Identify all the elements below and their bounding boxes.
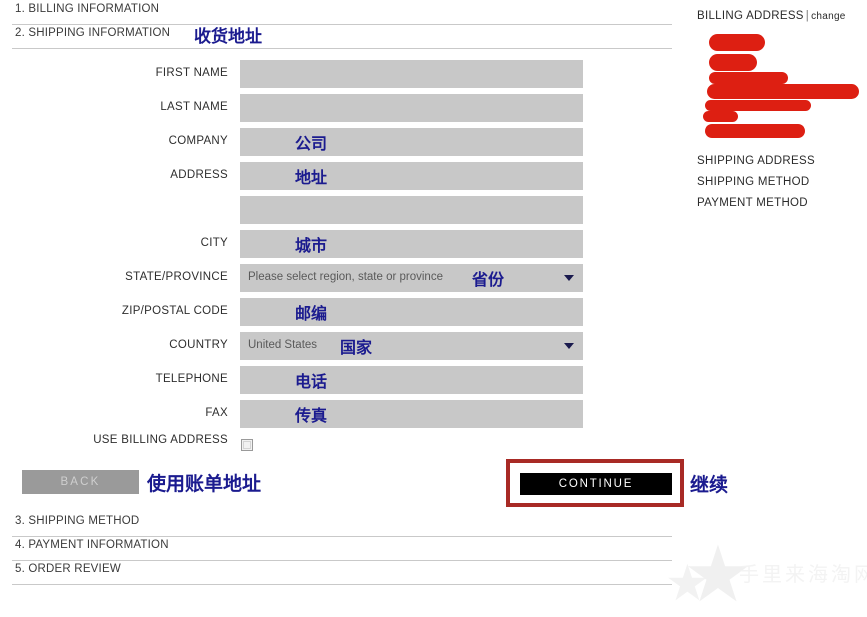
form-row-telephone: TELEPHONE 电话 bbox=[0, 366, 690, 394]
step-title: 3. SHIPPING METHOD bbox=[15, 515, 140, 527]
sidebar-item-shipping-address[interactable]: SHIPPING ADDRESS bbox=[697, 155, 815, 167]
field-label-fax: FAX bbox=[205, 407, 228, 419]
form-row-fax: FAX 传真 bbox=[0, 400, 690, 428]
field-label-country: COUNTRY bbox=[169, 339, 228, 351]
form-row-zip-postal-code: ZIP/POSTAL CODE 邮编 bbox=[0, 298, 690, 326]
input-last-name[interactable] bbox=[240, 94, 583, 122]
form-row-company: COMPANY 公司 bbox=[0, 128, 690, 156]
annotation-continue: 继续 bbox=[690, 474, 729, 496]
sidebar-separator: | bbox=[805, 10, 810, 22]
continue-button[interactable]: CONTINUE bbox=[520, 473, 672, 495]
form-row-first-name: FIRST NAME 收件人姓名 bbox=[0, 60, 690, 146]
annotation-fax: 传真 bbox=[295, 406, 328, 425]
annotation-state-province: 省份 bbox=[472, 270, 505, 289]
sidebar-item-shipping-method[interactable]: SHIPPING METHOD bbox=[697, 176, 809, 188]
input-telephone[interactable]: 电话 bbox=[240, 366, 583, 394]
field-label-first-name: FIRST NAME bbox=[155, 67, 228, 79]
redaction-stroke bbox=[705, 100, 811, 111]
select-country-value: United States bbox=[248, 339, 318, 351]
input-zip-postal-code[interactable]: 邮编 bbox=[240, 298, 583, 326]
field-label-state-province: STATE/PROVINCE bbox=[125, 271, 228, 283]
field-label-city: CITY bbox=[200, 237, 228, 249]
step-header-billing-information[interactable]: 1. BILLING INFORMATION bbox=[12, 1, 672, 25]
annotation-use-billing-address: 使用账单地址 bbox=[147, 473, 262, 495]
redacted-billing-address-block bbox=[697, 32, 867, 144]
field-label-use-billing-address: USE BILLING ADDRESS bbox=[93, 434, 228, 446]
annotation-city: 城市 bbox=[295, 236, 328, 255]
annotation-company: 公司 bbox=[295, 134, 328, 153]
sidebar-billing-address-label: BILLING ADDRESS bbox=[697, 10, 804, 22]
checkbox-inner bbox=[243, 441, 251, 449]
sidebar-change-link[interactable]: change bbox=[811, 11, 846, 22]
form-row-use-billing-address: USE BILLING ADDRESS bbox=[0, 434, 690, 454]
step-header-shipping-method[interactable]: 3. SHIPPING METHOD bbox=[12, 513, 672, 537]
form-row-country: COUNTRY United States 国家 bbox=[0, 332, 690, 360]
form-row-city: CITY 城市 bbox=[0, 230, 690, 258]
redaction-stroke bbox=[709, 72, 788, 84]
step-title: 1. BILLING INFORMATION bbox=[15, 3, 160, 15]
annotation-country: 国家 bbox=[340, 338, 373, 357]
annotation-telephone: 电话 bbox=[295, 372, 328, 391]
input-first-name[interactable] bbox=[240, 60, 583, 88]
watermark-text: 手里来海淘网 bbox=[739, 562, 867, 586]
redaction-stroke bbox=[709, 34, 765, 51]
redaction-stroke bbox=[703, 111, 738, 122]
select-state-province[interactable]: Please select region, state or province … bbox=[240, 264, 583, 292]
annotation-address: 地址 bbox=[295, 168, 328, 187]
step-header-shipping-information[interactable]: 2. SHIPPING INFORMATION 收货地址 bbox=[12, 25, 672, 49]
checkout-page: 1. BILLING INFORMATION 2. SHIPPING INFOR… bbox=[0, 0, 867, 617]
select-country[interactable]: United States 国家 bbox=[240, 332, 583, 360]
form-row-address-2 bbox=[0, 196, 690, 224]
input-fax[interactable]: 传真 bbox=[240, 400, 583, 428]
input-address-line-2[interactable] bbox=[240, 196, 583, 224]
step-title: 5. ORDER REVIEW bbox=[15, 563, 121, 575]
redaction-stroke bbox=[709, 54, 757, 71]
step-title: 2. SHIPPING INFORMATION bbox=[15, 27, 171, 39]
input-company[interactable]: 公司 bbox=[240, 128, 583, 156]
back-button[interactable]: BACK bbox=[22, 470, 139, 494]
field-label-last-name: LAST NAME bbox=[160, 101, 228, 113]
annotation-zip-postal-code: 邮编 bbox=[295, 304, 328, 323]
form-row-state-province: STATE/PROVINCE Please select region, sta… bbox=[0, 264, 690, 292]
chevron-down-icon bbox=[564, 343, 574, 349]
checkbox-use-billing-address[interactable] bbox=[241, 439, 253, 451]
step-title: 4. PAYMENT INFORMATION bbox=[15, 539, 169, 551]
step-header-order-review[interactable]: 5. ORDER REVIEW bbox=[12, 561, 672, 585]
redaction-stroke bbox=[705, 124, 805, 138]
field-label-address: ADDRESS bbox=[170, 169, 228, 181]
watermark: ★ ★ 手里来海淘网 bbox=[663, 530, 867, 617]
continue-button-highlight: CONTINUE bbox=[506, 459, 684, 507]
step-header-payment-information[interactable]: 4. PAYMENT INFORMATION bbox=[12, 537, 672, 561]
chevron-down-icon bbox=[564, 275, 574, 281]
select-state-province-value: Please select region, state or province bbox=[248, 271, 443, 283]
field-label-telephone: TELEPHONE bbox=[155, 373, 228, 385]
sidebar-item-payment-method[interactable]: PAYMENT METHOD bbox=[697, 197, 808, 209]
input-city[interactable]: 城市 bbox=[240, 230, 583, 258]
form-row-last-name: LAST NAME bbox=[0, 94, 690, 122]
form-row-address: ADDRESS 地址 bbox=[0, 162, 690, 190]
redaction-stroke bbox=[707, 84, 859, 99]
sidebar-billing-address-header: BILLING ADDRESS | change bbox=[697, 10, 846, 22]
checkout-column: 1. BILLING INFORMATION 2. SHIPPING INFOR… bbox=[0, 0, 690, 617]
field-label-company: COMPANY bbox=[168, 135, 228, 147]
step-annotation: 收货地址 bbox=[194, 27, 262, 47]
field-label-zip-postal-code: ZIP/POSTAL CODE bbox=[121, 305, 228, 317]
checkout-progress-sidebar: BILLING ADDRESS | change SHIPPING ADDRESS … bbox=[697, 10, 867, 220]
star-icon: ★ bbox=[683, 530, 753, 617]
input-address-line-1[interactable]: 地址 bbox=[240, 162, 583, 190]
